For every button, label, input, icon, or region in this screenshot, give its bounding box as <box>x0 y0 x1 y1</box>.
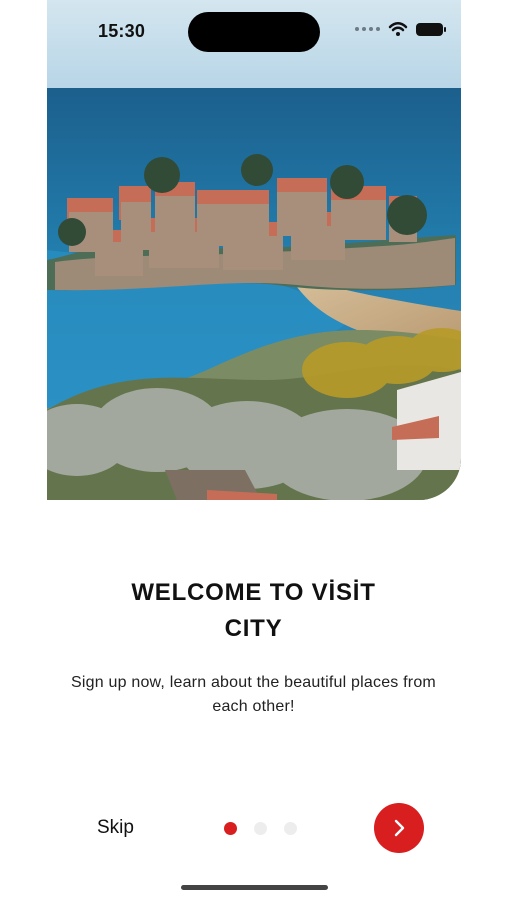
wifi-icon <box>388 22 408 36</box>
onboarding-controls: Skip <box>0 802 507 854</box>
page-indicator <box>224 822 297 835</box>
island-scene <box>47 0 461 500</box>
page-title: WELCOME TO VİSİT CITY <box>131 579 376 642</box>
onboarding-content: WELCOME TO VİSİT CITY Sign up now, learn… <box>0 575 507 719</box>
chevron-right-icon <box>394 819 405 837</box>
page-description: Sign up now, learn about the beautiful p… <box>71 674 436 715</box>
dynamic-island <box>188 12 320 52</box>
page-dot-2[interactable] <box>254 822 267 835</box>
hero-image <box>47 0 461 500</box>
page-dot-3[interactable] <box>284 822 297 835</box>
next-button[interactable] <box>374 803 424 853</box>
status-time: 15:30 <box>98 21 146 41</box>
status-icons <box>355 21 446 37</box>
battery-icon <box>416 22 446 36</box>
onboarding-screen: 15:30 WELCOME TO VİSİT CITY Sign up now,… <box>0 0 507 900</box>
status-bar: 15:30 <box>47 0 461 62</box>
home-indicator[interactable] <box>181 885 328 890</box>
skip-button[interactable]: Skip <box>97 817 134 839</box>
page-dot-1[interactable] <box>224 822 237 835</box>
signal-dots-icon <box>355 27 380 31</box>
